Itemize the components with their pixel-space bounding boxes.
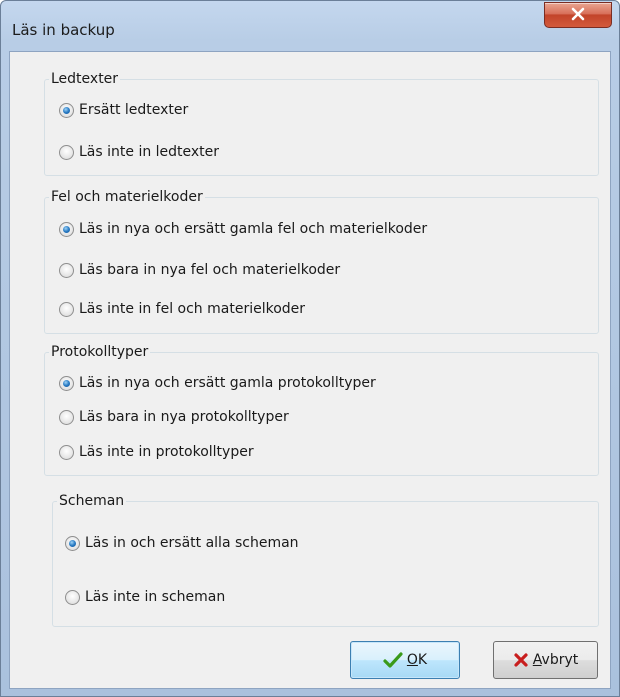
radio-option[interactable]: Läs inte in fel och materielkoder xyxy=(59,301,305,317)
radio-label: Läs inte in fel och materielkoder xyxy=(79,301,306,317)
group-label: Fel och materielkoder xyxy=(49,187,205,207)
title-bar[interactable]: Läs in backup xyxy=(1,1,619,51)
radio-option[interactable]: Läs inte in scheman xyxy=(65,589,225,605)
radio-option[interactable]: Läs bara in nya fel och materielkoder xyxy=(59,262,340,278)
radio-label: Läs inte in scheman xyxy=(85,589,226,605)
group-fel-och-materielkoder: Fel och materielkoder Läs in nya och ers… xyxy=(44,187,599,334)
group-ledtexter: Ledtexter Ersätt ledtexter Läs inte in l… xyxy=(44,69,599,176)
radio-label: Läs in nya och ersätt gamla fel och mate… xyxy=(79,221,428,237)
radio-label: Läs inte in ledtexter xyxy=(79,144,220,160)
cancel-label: Avbryt xyxy=(533,652,578,668)
window-title: Läs in backup xyxy=(12,21,115,39)
ok-mnemonic: O xyxy=(406,652,418,668)
ok-label: OK xyxy=(407,652,427,668)
radio-option[interactable]: Läs bara in nya protokolltyper xyxy=(59,409,289,425)
radio-button-selected[interactable] xyxy=(59,221,74,237)
cancel-button[interactable]: Avbryt xyxy=(493,641,598,679)
radio-option[interactable]: Läs inte in ledtexter xyxy=(59,144,219,160)
radio-button[interactable] xyxy=(59,144,74,160)
radio-label: Ersätt ledtexter xyxy=(79,102,189,118)
group-label: Ledtexter xyxy=(49,69,121,89)
radio-button-selected[interactable] xyxy=(59,102,74,118)
radio-button[interactable] xyxy=(65,589,80,605)
radio-button-selected[interactable] xyxy=(65,535,80,551)
radio-label: Läs bara in nya fel och materielkoder xyxy=(79,262,341,278)
radio-button-selected[interactable] xyxy=(59,375,74,391)
radio-label: Läs in nya och ersätt gamla protokolltyp… xyxy=(79,375,376,391)
close-x-icon xyxy=(570,6,586,25)
radio-label: Läs in och ersätt alla scheman xyxy=(85,535,299,551)
group-label: Scheman xyxy=(57,491,127,511)
group-label: Protokolltyper xyxy=(49,342,151,362)
radio-button[interactable] xyxy=(59,409,74,425)
group-protokolltyper: Protokolltyper Läs in nya och ersätt gam… xyxy=(44,342,599,476)
cancel-label-rest: vbryt xyxy=(541,652,579,668)
radio-button[interactable] xyxy=(59,444,74,460)
close-button[interactable] xyxy=(544,2,612,28)
radio-option[interactable]: Läs in och ersätt alla scheman xyxy=(65,535,299,551)
radio-button[interactable] xyxy=(59,301,74,317)
ok-label-rest: K xyxy=(417,652,428,668)
dialog-client-area: Ledtexter Ersätt ledtexter Läs inte in l… xyxy=(9,51,611,689)
radio-label: Läs inte in protokolltyper xyxy=(79,444,254,460)
ok-button[interactable]: OK xyxy=(350,641,460,679)
checkmark-icon xyxy=(383,651,403,669)
cancel-mnemonic: A xyxy=(532,652,542,668)
red-x-icon xyxy=(513,652,529,668)
radio-option[interactable]: Ersätt ledtexter xyxy=(59,102,188,118)
dialog-window: Läs in backup Ledtexter Ersätt ledtexter… xyxy=(0,0,620,697)
radio-option[interactable]: Läs in nya och ersätt gamla protokolltyp… xyxy=(59,375,376,391)
radio-button[interactable] xyxy=(59,262,74,278)
radio-option[interactable]: Läs inte in protokolltyper xyxy=(59,444,254,460)
radio-label: Läs bara in nya protokolltyper xyxy=(79,409,289,425)
group-scheman: Scheman Läs in och ersätt alla scheman L… xyxy=(52,491,599,627)
radio-option[interactable]: Läs in nya och ersätt gamla fel och mate… xyxy=(59,221,427,237)
